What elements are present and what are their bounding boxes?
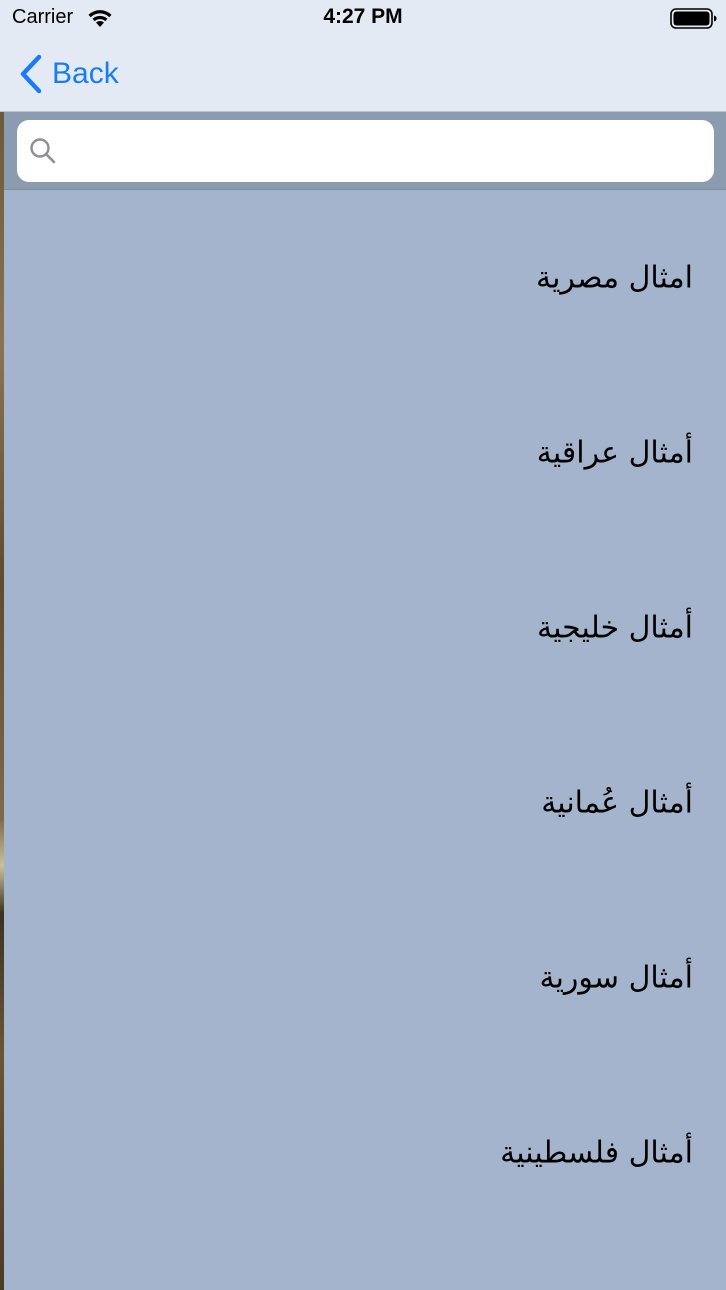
status-bar: Carrier 4:27 PM	[0, 0, 726, 36]
list-item-label: امثال مصرية	[535, 260, 693, 295]
list-item-palestinian-proverbs[interactable]: أمثال فلسطينية	[4, 1065, 726, 1240]
list-item-syrian-proverbs[interactable]: أمثال سورية	[4, 890, 726, 1065]
list-item-label: أمثال سورية	[539, 960, 694, 995]
chevron-left-icon	[20, 54, 42, 94]
list-item-gulf-proverbs[interactable]: أمثال خليجية	[4, 540, 726, 715]
search-bar	[4, 112, 726, 190]
search-icon	[29, 137, 57, 169]
back-label: Back	[52, 57, 119, 90]
navigation-bar: Back	[0, 36, 726, 112]
status-time: 4:27 PM	[323, 5, 403, 28]
list-item-label: أمثال خليجية	[537, 610, 693, 645]
list-item-omani-proverbs[interactable]: أمثال عُمانية	[4, 715, 726, 890]
list-item-label: أمثال عراقية	[536, 435, 693, 470]
list-item-egyptian-proverbs[interactable]: امثال مصرية	[4, 190, 726, 365]
search-input[interactable]	[69, 130, 703, 174]
category-list: امثال مصرية أمثال عراقية أمثال خليجية أم…	[4, 190, 726, 1290]
list-item-iraqi-proverbs[interactable]: أمثال عراقية	[4, 365, 726, 540]
list-item-label: أمثال عُمانية	[541, 785, 693, 820]
list-item-label: أمثال فلسطينية	[500, 1135, 693, 1170]
search-field[interactable]	[17, 120, 714, 182]
battery-full-icon	[670, 8, 718, 34]
back-button[interactable]: Back	[18, 50, 119, 98]
